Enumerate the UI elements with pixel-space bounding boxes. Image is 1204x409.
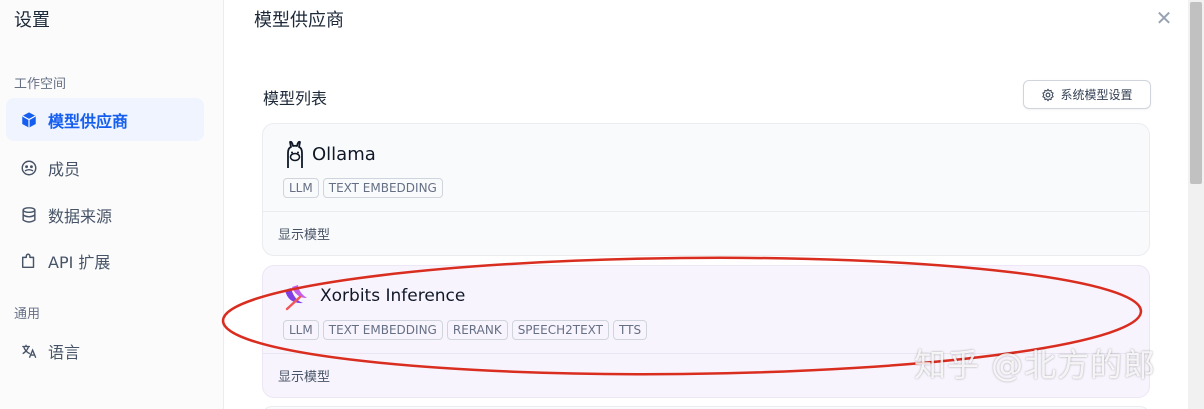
provider-name: Ollama (312, 144, 376, 165)
database-icon (20, 206, 38, 224)
provider-card-ollama: Ollama LLM TEXT EMBEDDING 显示模型 (262, 123, 1150, 256)
model-list-title: 模型列表 (263, 89, 328, 108)
show-models-button[interactable]: 显示模型 (263, 212, 1149, 255)
provider-card-xorbits: Xorbits Inference LLM TEXT EMBEDDING RER… (262, 265, 1150, 398)
capability-tag: TEXT EMBEDDING (322, 320, 443, 340)
sidebar-item-label: 语言 (48, 342, 81, 362)
ollama-logo-icon (287, 140, 303, 168)
main-content: 模型供应商 ✕ 模型列表 系统模型设置 Ollama LLM TEXT EMBE… (224, 0, 1188, 409)
close-icon[interactable]: ✕ (1154, 8, 1174, 28)
general-section-label: 通用 (14, 307, 41, 322)
cube-icon (20, 111, 38, 129)
capability-tag: TTS (613, 320, 648, 340)
provider-card-header: Xorbits Inference LLM TEXT EMBEDDING RER… (263, 266, 1149, 354)
sidebar-item-language[interactable]: 语言 (6, 329, 204, 372)
capability-tag: RERANK (446, 320, 508, 340)
show-models-button[interactable]: 显示模型 (263, 354, 1149, 397)
system-model-settings-label: 系统模型设置 (1060, 88, 1133, 102)
sidebar-item-label: API 扩展 (48, 252, 111, 272)
capability-tag: LLM (283, 178, 319, 198)
sidebar-item-data-source[interactable]: 数据来源 (6, 193, 204, 236)
page-title: 模型供应商 (254, 10, 344, 31)
scrollbar-thumb[interactable] (1190, 2, 1202, 184)
provider-card-header: Ollama LLM TEXT EMBEDDING (263, 124, 1149, 212)
system-model-settings-button[interactable]: 系统模型设置 (1023, 80, 1151, 109)
capability-tags: LLM TEXT EMBEDDING (283, 178, 443, 198)
settings-title: 设置 (14, 10, 50, 31)
capability-tags: LLM TEXT EMBEDDING RERANK SPEECH2TEXT TT… (283, 320, 648, 340)
workspace-section-label: 工作空间 (14, 77, 67, 92)
sidebar-item-label: 成员 (48, 159, 81, 179)
sidebar-item-members[interactable]: 成员 (6, 146, 204, 189)
gear-icon (1042, 88, 1055, 101)
capability-tag: LLM (283, 320, 319, 340)
provider-name: Xorbits Inference (320, 286, 466, 306)
sidebar-item-label: 数据来源 (48, 206, 113, 226)
capability-tag: TEXT EMBEDDING (322, 178, 443, 198)
puzzle-icon (20, 252, 38, 270)
members-icon (20, 159, 38, 177)
sidebar-item-model-provider[interactable]: 模型供应商 (6, 98, 204, 141)
translate-icon (20, 342, 38, 360)
sidebar-item-label: 模型供应商 (48, 111, 129, 131)
sidebar-item-api-extension[interactable]: API 扩展 (6, 239, 204, 282)
capability-tag: SPEECH2TEXT (511, 320, 609, 340)
settings-sidebar: 设置 工作空间 模型供应商 成员 数据来源 API 扩展 通用 语言 (0, 0, 224, 409)
xorbits-logo-icon (285, 285, 307, 311)
